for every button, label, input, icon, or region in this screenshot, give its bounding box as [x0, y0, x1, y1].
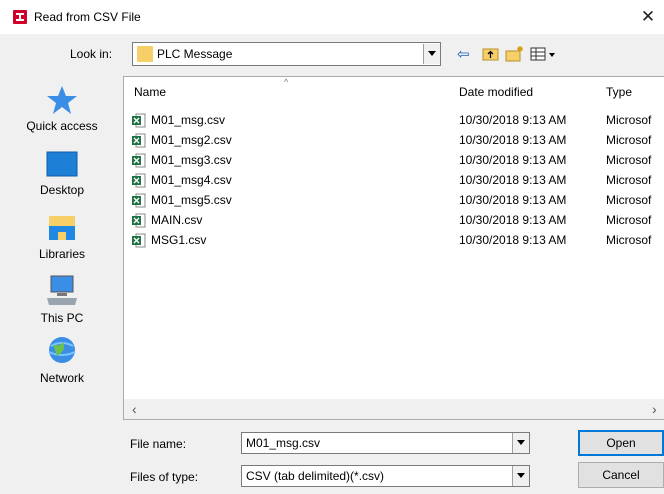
- file-row[interactable]: M01_msg2.csv 10/30/2018 9:13 AM Microsof: [124, 131, 664, 151]
- column-header-date-modified[interactable]: Date modified: [459, 85, 533, 99]
- file-date: 10/30/2018 9:13 AM: [459, 113, 567, 127]
- file-row[interactable]: M01_msg.csv 10/30/2018 9:13 AM Microsof: [124, 111, 664, 131]
- file-date: 10/30/2018 9:13 AM: [459, 233, 567, 247]
- chevron-down-icon: [517, 473, 525, 478]
- sort-ascending-icon: ^: [284, 77, 289, 87]
- place-desktop[interactable]: Desktop: [12, 150, 112, 197]
- file-row[interactable]: M01_msg3.csv 10/30/2018 9:13 AM Microsof: [124, 151, 664, 171]
- computer-icon: [47, 275, 77, 305]
- file-row[interactable]: MAIN.csv 10/30/2018 9:13 AM Microsof: [124, 211, 664, 231]
- new-folder-icon: [505, 46, 523, 62]
- lookin-dropdown-button[interactable]: [423, 44, 440, 64]
- excel-csv-icon: [132, 233, 146, 248]
- window-title: Read from CSV File: [34, 10, 141, 24]
- horizontal-scrollbar[interactable]: ‹ ›: [124, 399, 664, 419]
- chevron-down-icon: [428, 51, 436, 56]
- view-menu-icon: [530, 47, 555, 61]
- file-row[interactable]: MSG1.csv 10/30/2018 9:13 AM Microsof: [124, 231, 664, 251]
- file-name: MSG1.csv: [151, 233, 207, 247]
- excel-csv-icon: [132, 113, 146, 128]
- place-label: Desktop: [39, 183, 85, 197]
- place-this-pc[interactable]: This PC: [12, 274, 112, 325]
- file-type: Microsof: [606, 173, 652, 187]
- file-type: Microsof: [606, 133, 652, 147]
- star-icon: [47, 86, 77, 114]
- filetype-select[interactable]: CSV (tab delimited)(*.csv): [241, 465, 530, 487]
- filetype-label: Files of type:: [130, 470, 199, 484]
- filetype-dropdown-button[interactable]: [512, 466, 529, 486]
- place-label: Network: [39, 371, 84, 385]
- place-label: Libraries: [38, 247, 86, 261]
- file-date: 10/30/2018 9:13 AM: [459, 213, 567, 227]
- libraries-icon: [49, 216, 75, 240]
- file-date: 10/30/2018 9:13 AM: [459, 153, 567, 167]
- place-label: This PC: [40, 311, 84, 325]
- file-name: M01_msg5.csv: [151, 193, 232, 207]
- excel-csv-icon: [132, 153, 146, 168]
- lookin-dropdown[interactable]: PLC Message: [132, 42, 441, 66]
- filename-dropdown-button[interactable]: [512, 433, 529, 453]
- filename-combo[interactable]: M01_msg.csv: [241, 432, 530, 454]
- excel-csv-icon: [132, 193, 146, 208]
- column-header-type[interactable]: Type: [606, 85, 632, 99]
- column-header-name[interactable]: Name: [134, 85, 166, 99]
- scroll-right-icon[interactable]: ›: [652, 401, 657, 417]
- file-date: 10/30/2018 9:13 AM: [459, 173, 567, 187]
- file-name: M01_msg3.csv: [151, 153, 232, 167]
- scroll-left-icon[interactable]: ‹: [132, 401, 137, 417]
- filetype-value: CSV (tab delimited)(*.csv): [246, 469, 385, 483]
- file-type: Microsof: [606, 193, 652, 207]
- file-row[interactable]: M01_msg4.csv 10/30/2018 9:13 AM Microsof: [124, 171, 664, 191]
- file-name: M01_msg4.csv: [151, 173, 232, 187]
- excel-csv-icon: [132, 173, 146, 188]
- up-folder-icon: [482, 48, 499, 61]
- place-network[interactable]: Network: [12, 334, 112, 385]
- places-bar: Quick access Desktop Libraries This PC N…: [12, 78, 122, 400]
- new-folder-button[interactable]: [505, 45, 525, 65]
- excel-csv-icon: [132, 133, 146, 148]
- file-type: Microsof: [606, 153, 652, 167]
- file-type: Microsof: [606, 233, 652, 247]
- filename-label: File name:: [130, 437, 187, 451]
- close-button[interactable]: ✕: [636, 6, 660, 28]
- file-date: 10/30/2018 9:13 AM: [459, 193, 567, 207]
- network-icon: [48, 337, 76, 363]
- place-quick-access[interactable]: Quick access: [12, 84, 112, 133]
- app-icon: [13, 10, 27, 24]
- folder-icon: [137, 46, 153, 62]
- up-folder-button[interactable]: [482, 45, 500, 65]
- file-name: MAIN.csv: [151, 213, 203, 227]
- back-arrow-icon: ⇦: [457, 46, 470, 63]
- file-list[interactable]: ^ Name Date modified Type M01_msg.csv 10…: [123, 76, 664, 420]
- file-row[interactable]: M01_msg5.csv 10/30/2018 9:13 AM Microsof: [124, 191, 664, 211]
- title-bar: Read from CSV File ✕: [0, 0, 664, 34]
- file-type: Microsof: [606, 213, 652, 227]
- file-name: M01_msg.csv: [151, 113, 226, 127]
- cancel-button[interactable]: Cancel: [578, 462, 664, 488]
- filename-input[interactable]: M01_msg.csv: [246, 436, 320, 450]
- place-label: Quick access: [26, 119, 98, 133]
- desktop-icon: [46, 151, 78, 177]
- close-icon: ✕: [640, 7, 656, 26]
- file-date: 10/30/2018 9:13 AM: [459, 133, 567, 147]
- file-name: M01_msg2.csv: [151, 133, 232, 147]
- back-button[interactable]: ⇦: [457, 45, 475, 65]
- lookin-value: PLC Message: [157, 47, 233, 61]
- place-libraries[interactable]: Libraries: [12, 212, 112, 261]
- view-menu-button[interactable]: [530, 45, 558, 65]
- lookin-label: Look in:: [70, 47, 113, 61]
- open-button[interactable]: Open: [578, 430, 664, 456]
- file-type: Microsof: [606, 113, 652, 127]
- excel-csv-icon: [132, 213, 146, 228]
- chevron-down-icon: [517, 440, 525, 445]
